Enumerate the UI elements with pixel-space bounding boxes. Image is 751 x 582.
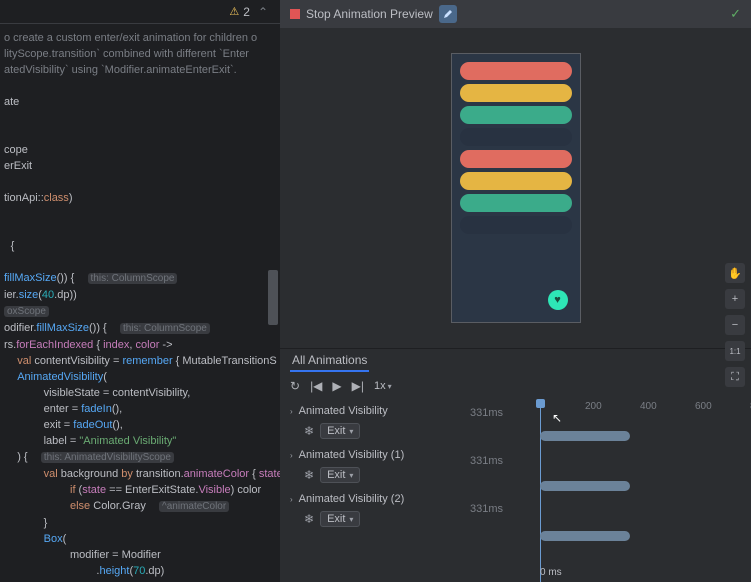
- timeline-clip[interactable]: [540, 531, 630, 541]
- pencil-icon: [443, 9, 453, 19]
- inspection-menu-chevron[interactable]: ⌃: [258, 5, 268, 19]
- device-frame: ♥: [451, 53, 581, 323]
- speed-dropdown[interactable]: 1x▾: [374, 380, 392, 392]
- zoom-out-button[interactable]: −: [725, 315, 745, 335]
- animation-panel: All Animations ↻ |◀ ▶ ▶| 1x▾ › Animated …: [280, 348, 751, 582]
- ruler-tick: 600: [695, 401, 712, 412]
- tab-all-animations[interactable]: All Animations: [290, 350, 369, 372]
- timeline-clip[interactable]: [540, 431, 630, 441]
- track-name: Animated Visibility (1): [299, 449, 405, 461]
- preview-side-tools: ✋ + − 1:1 ⛶: [725, 263, 745, 387]
- expand-chevron-icon[interactable]: ›: [290, 451, 293, 460]
- timeline-area: › Animated Visibility ❄ Exit▾ › Animated…: [280, 399, 751, 582]
- reset-button[interactable]: ↻: [290, 379, 300, 393]
- freeze-icon[interactable]: ❄: [304, 512, 314, 526]
- preview-bar: [460, 172, 572, 190]
- editor-scrollbar-thumb[interactable]: [268, 270, 278, 325]
- preview-content: [460, 62, 572, 234]
- ruler-tick: 200: [585, 401, 602, 412]
- editor-panel: ⚠ 2 ⌃ o create a custom enter/exit anima…: [0, 0, 280, 582]
- go-start-button[interactable]: |◀: [310, 379, 322, 393]
- track-row: › Animated Visibility ❄ Exit▾: [290, 405, 460, 439]
- play-button[interactable]: ▶: [332, 379, 341, 393]
- heart-icon: ♥: [554, 294, 561, 306]
- state-dropdown[interactable]: Exit▾: [320, 511, 360, 527]
- inspection-bar: ⚠ 2 ⌃: [0, 0, 280, 24]
- track-duration: 331ms: [470, 407, 530, 455]
- freeze-icon[interactable]: ❄: [304, 424, 314, 438]
- preview-bar: [460, 84, 572, 102]
- chevron-down-icon: ▾: [349, 471, 353, 480]
- preview-bar: [460, 62, 572, 80]
- warning-count: 2: [243, 5, 250, 19]
- preview-canvas[interactable]: AnimatedVisibility ♥ ✋ + − 1:1 ⛶: [280, 28, 751, 348]
- zoom-actual-button[interactable]: 1:1: [725, 341, 745, 361]
- ruler-tick: 400: [640, 401, 657, 412]
- expand-chevron-icon[interactable]: ›: [290, 407, 293, 416]
- stop-icon[interactable]: [290, 9, 300, 19]
- timeline-playhead[interactable]: ↖: [540, 399, 541, 582]
- edit-pencil-button[interactable]: [439, 5, 457, 23]
- pan-tool-button[interactable]: ✋: [725, 263, 745, 283]
- preview-panel: Stop Animation Preview ✓ AnimatedVisibil…: [280, 0, 751, 582]
- track-duration: 331ms: [470, 455, 530, 503]
- chevron-down-icon: ▾: [349, 427, 353, 436]
- warning-icon: ⚠: [229, 5, 239, 18]
- code-editor[interactable]: o create a custom enter/exit animation f…: [0, 24, 280, 582]
- track-row: › Animated Visibility (1) ❄ Exit▾: [290, 449, 460, 483]
- preview-bar: [460, 216, 572, 234]
- chevron-down-icon: ▾: [349, 515, 353, 524]
- preview-bar: [460, 106, 572, 124]
- timeline-clip[interactable]: [540, 481, 630, 491]
- track-labels: › Animated Visibility ❄ Exit▾ › Animated…: [280, 399, 470, 582]
- timeline-tracks[interactable]: 200 400 600 800 1000 ↖ 0 ms: [530, 399, 751, 582]
- animation-controls: ↻ |◀ ▶ ▶| 1x▾: [280, 373, 751, 399]
- zoom-in-button[interactable]: +: [725, 289, 745, 309]
- preview-bar: [460, 150, 572, 168]
- preview-title: Stop Animation Preview: [306, 7, 433, 21]
- chevron-down-icon: ▾: [388, 382, 392, 391]
- track-name: Animated Visibility: [299, 405, 388, 417]
- status-check-icon: ✓: [730, 6, 741, 22]
- duration-column: 331ms 331ms 331ms: [470, 399, 530, 582]
- playhead-grip[interactable]: [536, 399, 545, 408]
- freeze-icon[interactable]: ❄: [304, 468, 314, 482]
- state-dropdown[interactable]: Exit▾: [320, 467, 360, 483]
- animation-tabs: All Animations: [280, 349, 751, 373]
- timeline-current-time: 0 ms: [540, 567, 562, 578]
- preview-toolbar: Stop Animation Preview ✓: [280, 0, 751, 28]
- go-end-button[interactable]: ▶|: [352, 379, 364, 393]
- track-duration: 331ms: [470, 503, 530, 551]
- track-row: › Animated Visibility (2) ❄ Exit▾: [290, 493, 460, 527]
- track-name: Animated Visibility (2): [299, 493, 405, 505]
- timeline-ruler: 200 400 600 800 1000: [530, 399, 751, 417]
- preview-bar: [460, 128, 572, 146]
- expand-chevron-icon[interactable]: ›: [290, 495, 293, 504]
- preview-bar: [460, 194, 572, 212]
- fab-button[interactable]: ♥: [548, 290, 568, 310]
- state-dropdown[interactable]: Exit▾: [320, 423, 360, 439]
- zoom-fit-button[interactable]: ⛶: [725, 367, 745, 387]
